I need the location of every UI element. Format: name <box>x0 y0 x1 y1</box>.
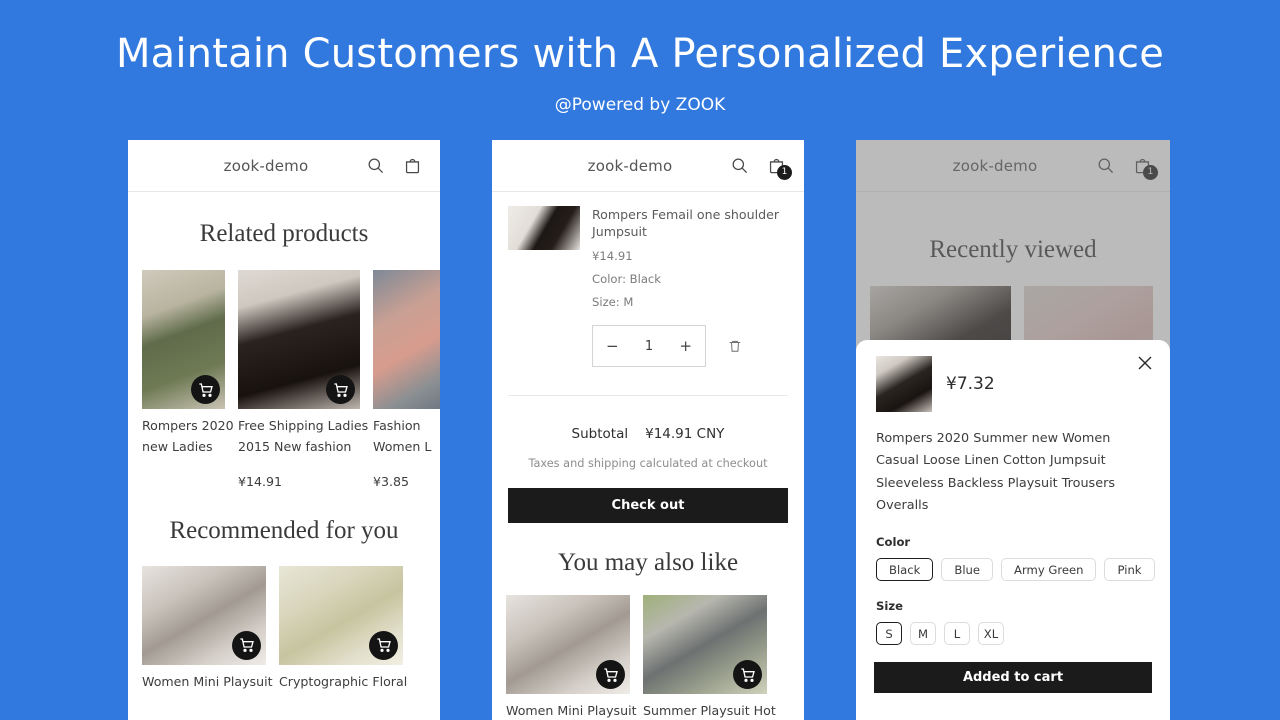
product-card[interactable]: Summer Playsuit Hot <box>643 595 776 720</box>
panel2-topbar: zook-demo 1 <box>492 140 804 192</box>
cart-plus-icon[interactable] <box>232 630 261 660</box>
also-like-row: Women Mini Playsuit Summer Playsuit Hot <box>492 595 804 720</box>
page-title: Maintain Customers with A Personalized E… <box>115 31 1165 77</box>
subtotal-row: Subtotal ¥14.91 CNY <box>492 396 804 442</box>
recommended-title: Recommended for you <box>169 516 399 544</box>
trash-icon[interactable] <box>728 338 742 354</box>
cart-count-badge: 1 <box>777 165 792 180</box>
tax-note: Taxes and shipping calculated at checkou… <box>528 457 768 470</box>
product-name-line1: Rompers 2020 <box>142 418 234 433</box>
product-card[interactable]: Women Mini Playsuit <box>506 595 637 720</box>
cart-item-color: Color: Black <box>592 272 662 286</box>
product-name-line2: Women L <box>373 438 432 454</box>
product-name: Cryptographic Floral <box>279 673 408 689</box>
product-price: ¥3.85 <box>373 473 410 489</box>
popup-product-thumbnail[interactable] <box>876 356 932 412</box>
product-name: Women Mini Playsuit <box>506 703 637 718</box>
close-icon[interactable] <box>1136 354 1154 372</box>
search-icon[interactable] <box>366 156 385 175</box>
panel3-topbar: zook-demo 1 <box>856 140 1170 192</box>
phone-panel-cart: zook-demo 1 Rompers Femail one shoulder … <box>492 140 804 720</box>
cart-line-item: Rompers Femail one shoulder Jumpsuit ¥14… <box>492 192 804 367</box>
recommended-products-row: Women Mini Playsuit Cryptographic Floral <box>128 565 440 693</box>
subtotal-value: ¥14.91 CNY <box>645 426 725 442</box>
cart-plus-icon[interactable] <box>733 660 762 689</box>
color-option-army-green[interactable]: Army Green <box>1001 558 1097 582</box>
quantity-row: − 1 + <box>592 325 788 367</box>
product-name-line2: 2015 New fashion <box>238 438 352 454</box>
panel1-topbar: zook-demo <box>128 140 440 192</box>
size-option-l[interactable]: L <box>944 622 970 646</box>
product-image <box>373 270 440 409</box>
product-card[interactable]: Fashion Women L ¥3.85 <box>373 270 440 489</box>
hamburger-menu-icon[interactable] <box>510 159 530 173</box>
checkout-button[interactable]: Check out <box>508 488 788 523</box>
hamburger-menu-icon[interactable] <box>874 159 894 173</box>
search-icon[interactable] <box>1096 156 1115 175</box>
phone-panel-related-products: zook-demo Related products Rompers 2020 … <box>128 140 440 720</box>
color-option-blue[interactable]: Blue <box>941 558 994 582</box>
cart-item-price: ¥14.91 <box>592 249 633 263</box>
panel3-topbar-actions: 1 <box>1096 156 1158 180</box>
subtotal-label: Subtotal <box>571 426 629 442</box>
product-card[interactable]: Cryptographic Floral <box>279 565 408 693</box>
panel2-topbar-actions: 1 <box>730 156 792 180</box>
hero-banner: Maintain Customers with A Personalized E… <box>0 0 1280 130</box>
shop-name: zook-demo <box>952 156 1038 175</box>
size-option-s[interactable]: S <box>876 622 902 646</box>
recently-viewed-title: Recently viewed <box>929 236 1097 263</box>
popup-product-description: Rompers 2020 Summer new Women Casual Loo… <box>876 431 1116 513</box>
shopping-bag-icon[interactable] <box>403 156 422 175</box>
panel1-body: Related products Rompers 2020 new Ladies <box>128 192 440 692</box>
quantity-decrease-button[interactable]: − <box>606 337 619 355</box>
cart-plus-icon[interactable] <box>369 630 398 660</box>
product-popup-card: ¥7.32 Rompers 2020 Summer new Women Casu… <box>856 340 1170 720</box>
size-option-m[interactable]: M <box>910 622 936 646</box>
product-name: Summer Playsuit Hot <box>643 703 776 718</box>
popup-header: ¥7.32 <box>876 356 1150 412</box>
product-card[interactable]: Free Shipping Ladies 2015 New fashion ¥1… <box>238 270 369 489</box>
shop-name: zook-demo <box>587 156 673 175</box>
cart-item-thumbnail[interactable] <box>508 206 580 250</box>
hamburger-menu-icon[interactable] <box>146 159 166 173</box>
popup-product-price: ¥7.32 <box>946 374 995 394</box>
page-subtitle: @Powered by ZOOK <box>554 95 726 115</box>
size-option-label: Size <box>876 599 903 614</box>
product-name-line1: Fashion <box>373 418 421 433</box>
related-products-row: Rompers 2020 new Ladies Free Shipping La… <box>128 270 440 489</box>
size-option-group: S M L XL <box>876 622 1150 646</box>
product-price: ¥14.91 <box>238 473 283 489</box>
product-card[interactable]: Women Mini Playsuit <box>142 565 273 693</box>
quantity-stepper[interactable]: − 1 + <box>592 325 706 367</box>
product-name: Women Mini Playsuit <box>142 673 273 689</box>
cart-plus-icon[interactable] <box>326 375 355 404</box>
color-option-group: Black Blue Army Green Pink <box>876 558 1155 582</box>
cart-count-badge: 1 <box>1143 165 1158 180</box>
cart-item-size: Size: M <box>592 295 634 309</box>
product-card[interactable]: Rompers 2020 new Ladies <box>142 270 234 489</box>
you-may-also-like-title: You may also like <box>557 549 739 576</box>
cart-button[interactable]: 1 <box>767 156 792 180</box>
color-option-black[interactable]: Black <box>876 558 934 582</box>
cart-plus-icon[interactable] <box>596 660 625 689</box>
quantity-increase-button[interactable]: + <box>679 337 692 355</box>
phone-panel-product-popup: zook-demo 1 Recently viewed ¥7.32 Romper… <box>856 140 1170 720</box>
added-to-cart-button[interactable]: Added to cart <box>874 662 1152 693</box>
quantity-value: 1 <box>644 338 654 354</box>
size-option-xl[interactable]: XL <box>978 622 1004 646</box>
color-option-pink[interactable]: Pink <box>1104 558 1155 582</box>
cart-item-title[interactable]: Rompers Femail one shoulder Jumpsuit <box>592 206 788 240</box>
panel1-topbar-actions <box>366 156 422 175</box>
cart-button[interactable]: 1 <box>1133 156 1158 180</box>
cart-item-details: Rompers Femail one shoulder Jumpsuit ¥14… <box>592 206 788 367</box>
shop-name: zook-demo <box>223 156 309 175</box>
color-option-label: Color <box>876 535 911 550</box>
product-name-line2: new Ladies <box>142 438 213 454</box>
cart-plus-icon[interactable] <box>191 375 220 404</box>
product-name-line1: Free Shipping Ladies <box>238 418 369 433</box>
related-products-title: Related products <box>199 220 369 247</box>
search-icon[interactable] <box>730 156 749 175</box>
screenshot-stage: Maintain Customers with A Personalized E… <box>0 0 1280 720</box>
